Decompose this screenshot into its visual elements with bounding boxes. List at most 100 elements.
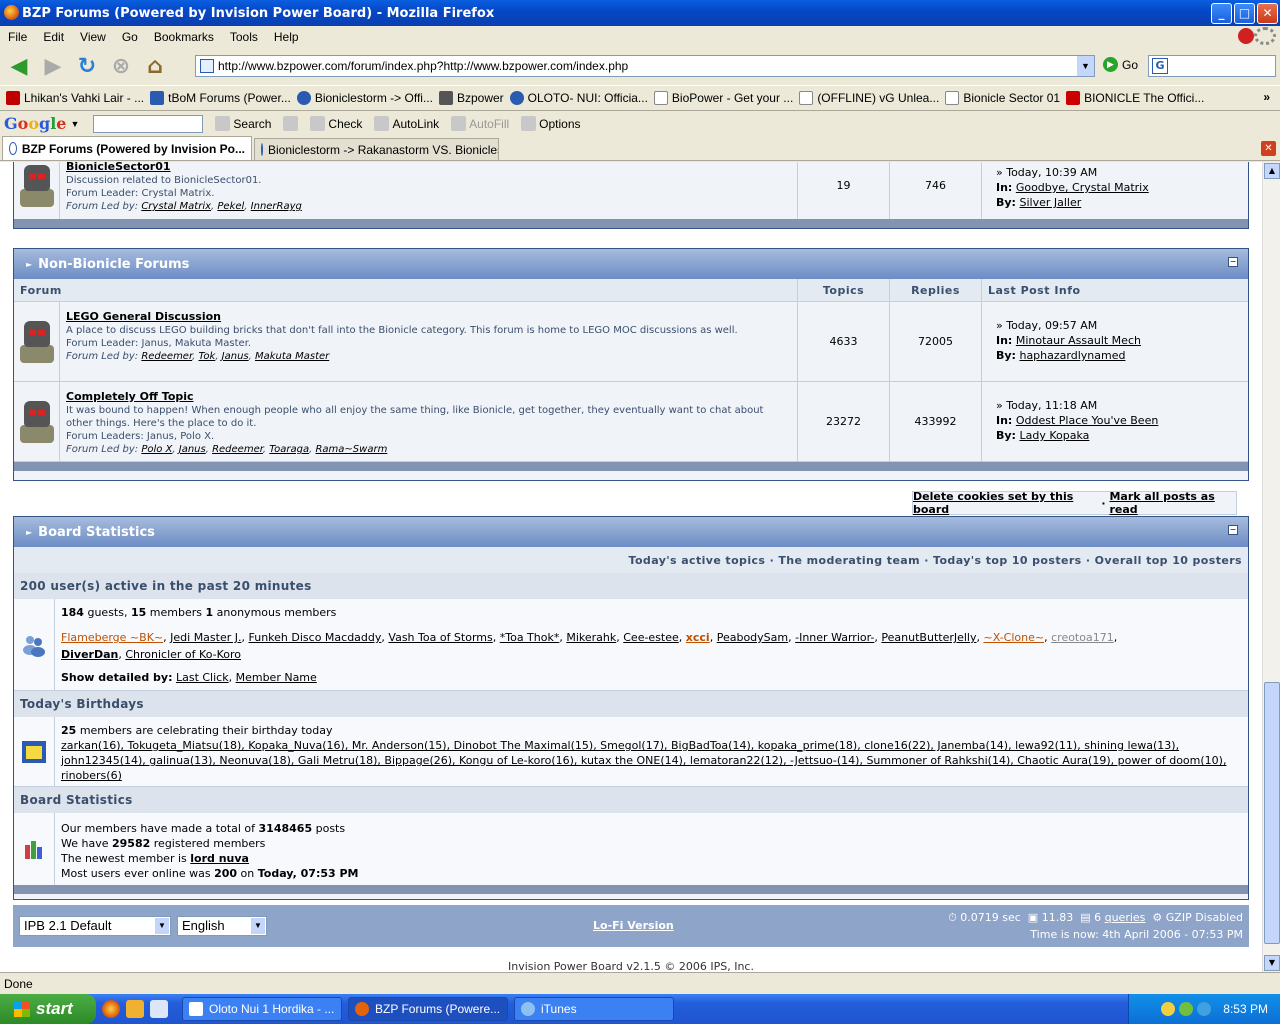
menu-bookmarks[interactable]: Bookmarks (146, 30, 222, 44)
close-button[interactable]: ✕ (1257, 3, 1278, 24)
tray-icon[interactable] (1197, 1002, 1212, 1016)
tray-icon[interactable] (1179, 1002, 1194, 1016)
sort-member-name-link[interactable]: Member Name (236, 671, 317, 684)
close-tab-icon[interactable]: ✕ (1261, 141, 1276, 156)
google-autofill-button[interactable]: AutoFill (451, 116, 509, 131)
last-post-author-link[interactable]: Silver Jaller (1019, 196, 1081, 209)
queries-link[interactable]: queries (1105, 911, 1146, 924)
bookmark-4[interactable]: Bzpower (438, 91, 504, 105)
online-user-link[interactable]: Cee-estee (623, 631, 679, 644)
moderator-link[interactable]: Redeemer (212, 444, 263, 455)
google-autolink-button[interactable]: AutoLink (374, 116, 439, 131)
moderator-link[interactable]: Crystal Matrix (141, 201, 211, 212)
bookmark-7[interactable]: (OFFLINE) vG Unlea... (799, 91, 939, 105)
start-button[interactable]: start (0, 994, 96, 1024)
menu-view[interactable]: View (72, 30, 114, 44)
google-logo[interactable]: Google (4, 114, 66, 133)
moderator-link[interactable]: Pekel (217, 201, 244, 212)
online-user-link[interactable]: PeabodySam (717, 631, 788, 644)
newest-member-link[interactable]: lord nuva (190, 852, 249, 865)
tray-icon[interactable] (1161, 1002, 1176, 1016)
lofi-link[interactable]: Lo-Fi Version (593, 919, 674, 932)
online-user-link[interactable]: Jedi Master J. (170, 631, 241, 644)
menu-tools[interactable]: Tools (222, 30, 266, 44)
moderator-link[interactable]: Rama~Swarm (315, 444, 387, 455)
forum-title-link[interactable]: LEGO General Discussion (66, 310, 221, 323)
taskbar-task-word[interactable]: Oloto Nui 1 Hordika - ... (182, 997, 342, 1021)
online-user-link[interactable]: creotoa171 (1051, 631, 1114, 644)
back-arrow-icon[interactable]: ◀ (4, 51, 34, 81)
moderator-link[interactable]: Toaraga (269, 444, 309, 455)
stats-links[interactable]: Today's active topics · The moderating t… (14, 547, 1248, 573)
address-dropdown-icon[interactable]: ▼ (1077, 56, 1094, 76)
forward-arrow-icon[interactable]: ▶ (38, 51, 68, 81)
last-post-author-link[interactable]: haphazardlynamed (1019, 349, 1125, 362)
moderator-link[interactable]: Janus (179, 444, 206, 455)
online-user-link[interactable]: *Toa Thok* (500, 631, 560, 644)
menu-go[interactable]: Go (114, 30, 146, 44)
go-button[interactable]: ▶ Go (1103, 57, 1138, 72)
bookmark-1[interactable]: Lhikan's Vahki Lair - ... (6, 91, 144, 105)
copyright[interactable]: Invision Power Board v2.1.5 © 2006 IPS, … (0, 960, 1262, 972)
google-search-button[interactable]: Search (215, 116, 271, 131)
last-post-topic-link[interactable]: Oddest Place You've Been (1016, 414, 1158, 427)
online-user-link[interactable]: DiverDan (61, 648, 118, 661)
address-bar[interactable]: http://www.bzpower.com/forum/index.php?h… (195, 55, 1095, 77)
skin-select[interactable]: IPB 2.1 Default ▼ (19, 916, 171, 936)
bookmark-5[interactable]: OLOTO- NUI: Officia... (509, 91, 648, 105)
bookmark-9[interactable]: BIONICLE The Offici... (1066, 91, 1204, 105)
home-icon[interactable]: ⌂ (140, 51, 170, 81)
firefox-quicklaunch-icon[interactable] (102, 1000, 120, 1018)
minimize-button[interactable]: _ (1211, 3, 1232, 24)
moderator-link[interactable]: InnerRayg (251, 201, 302, 212)
taskbar-task-itunes[interactable]: iTunes (514, 997, 674, 1021)
tab-bioniclestorm[interactable]: Bionicle­storm -> Rakanastorm VS. Bionic… (254, 138, 499, 160)
last-post-author-link[interactable]: Lady Kopaka (1019, 429, 1089, 442)
maximize-button[interactable]: □ (1234, 3, 1255, 24)
online-user-link[interactable]: Vash Toa of Storms (388, 631, 492, 644)
stop-icon[interactable]: ⊗ (106, 51, 136, 81)
language-select[interactable]: English ▼ (177, 916, 267, 936)
menu-file[interactable]: File (0, 30, 35, 44)
bookmark-8[interactable]: Bionicle Sector 01 (945, 91, 1060, 105)
aim-quicklaunch-icon[interactable] (126, 1000, 144, 1018)
last-post-topic-link[interactable]: Minotaur Assault Mech (1016, 334, 1141, 347)
google-news-button[interactable] (283, 116, 299, 131)
google-check-button[interactable]: Check (310, 116, 362, 131)
online-user-link[interactable]: xcci (686, 631, 710, 644)
menu-edit[interactable]: Edit (35, 30, 72, 44)
forum-title-link[interactable]: Completely Off Topic (66, 390, 194, 403)
collapse-icon[interactable]: − (1228, 525, 1238, 535)
moderator-link[interactable]: Redeemer (141, 351, 192, 362)
mark-read-link[interactable]: Mark all posts as read (1109, 490, 1236, 516)
google-options-button[interactable]: Options (521, 116, 581, 131)
menu-help[interactable]: Help (266, 30, 307, 44)
search-engine-input[interactable]: G (1148, 55, 1276, 77)
bookmarks-overflow-button[interactable]: » (1263, 90, 1270, 104)
taskbar-task-firefox[interactable]: BZP Forums (Powere... (348, 997, 508, 1021)
moderator-link[interactable]: Makuta Master (255, 351, 329, 362)
online-user-link[interactable]: -Inner Warrior- (795, 631, 874, 644)
scroll-up-icon[interactable]: ▲ (1264, 163, 1280, 179)
bookmark-6[interactable]: BioPower - Get your ... (653, 91, 793, 105)
google-menu-chevron-icon[interactable]: ▼ (70, 119, 79, 129)
clock[interactable]: 8:53 PM (1223, 1002, 1268, 1016)
forum-title-link[interactable]: BionicleSector01 (66, 162, 171, 173)
last-post-topic-link[interactable]: Goodbye, Crystal Matrix (1016, 181, 1149, 194)
online-user-link[interactable]: PeanutButterJelly (881, 631, 976, 644)
online-user-link[interactable]: ~X-Clone~ (984, 631, 1045, 644)
google-search-input[interactable] (93, 114, 204, 133)
tab-bzp-forums[interactable]: BZP Forums (Powered by Invision Po... (2, 136, 252, 160)
moderator-link[interactable]: Polo X (141, 444, 172, 455)
birthday-list[interactable]: zarkan(16), Tokugeta_Miatsu(18), Kopaka_… (61, 738, 1242, 783)
sort-last-click-link[interactable]: Last Click (176, 671, 229, 684)
online-user-link[interactable]: Funkeh Disco Macdaddy (249, 631, 382, 644)
delete-cookies-link[interactable]: Delete cookies set by this board (913, 490, 1098, 516)
category-title[interactable]: Non-Bionicle Forums (38, 257, 189, 272)
reload-icon[interactable]: ↻ (72, 51, 102, 81)
bookmark-2[interactable]: tBoM Forums (Power... (150, 91, 291, 105)
online-user-link[interactable]: Chronicler of Ko-Koro (125, 648, 241, 661)
scroll-down-icon[interactable]: ▼ (1264, 955, 1280, 971)
vertical-scrollbar[interactable]: ▲ ▼ (1262, 162, 1280, 972)
online-user-link[interactable]: Mikerahk (566, 631, 616, 644)
